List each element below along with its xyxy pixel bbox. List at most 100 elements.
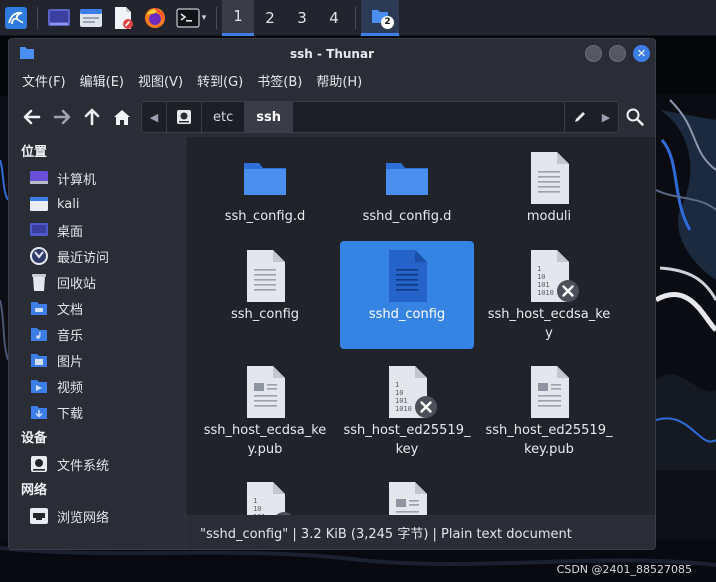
menu-edit[interactable]: 编辑(E) [73,69,131,97]
file-item-partial-binary[interactable]: 1 10 101 [198,473,332,515]
menu-help[interactable]: 帮助(H) [309,69,369,97]
sidebar-item-downloads[interactable]: 下载 [9,399,183,425]
file-item-sshd-config-d[interactable]: sshd_config.d [340,143,474,251]
sidebar-item-desktop[interactable]: 桌面 [9,217,183,243]
computer-icon [29,168,49,188]
path-scroll-right[interactable]: ▶ [594,102,618,132]
forward-button[interactable] [47,102,77,132]
file-item-sshd-config[interactable]: sshd_config [340,241,474,349]
file-name: ssh_host_ecdsa_ke y.pub [203,423,327,457]
workspace-1[interactable]: 1 [222,0,254,36]
svg-text:10: 10 [537,273,545,281]
file-manager-icon [80,8,102,27]
sidebar-item-label: 回收站 [57,276,97,292]
sidebar-item-home[interactable]: kali [9,191,183,217]
svg-text:1: 1 [395,381,399,389]
sidebar-item-label: kali [57,196,80,212]
location-pathbar: ◀ etc ssh ▶ [141,101,619,133]
menu-bookmarks[interactable]: 书签(B) [250,69,309,97]
path-segment-etc[interactable]: etc [201,102,244,132]
recent-icon [29,246,49,266]
menu-view[interactable]: 视图(V) [131,69,190,97]
arrow-up-icon [84,108,100,126]
svg-text:1: 1 [253,497,257,505]
search-button[interactable] [620,102,650,132]
path-segment-ssh[interactable]: ssh [244,102,292,132]
sidebar-item-label: 计算机 [57,172,97,188]
home-icon [114,109,130,125]
back-button[interactable] [17,102,47,132]
path-scroll-left[interactable]: ◀ [142,102,166,132]
file-item-ssh-config-d[interactable]: ssh_config.d [198,143,332,251]
file-name: ssh_config [230,307,300,322]
file-item-ssh-host-ecdsa-key-pub[interactable]: ssh_host_ecdsa_ke y.pub [198,357,332,465]
sidebar-item-documents[interactable]: 文档 [9,295,183,321]
workspace-4[interactable]: 4 [318,0,350,36]
minimize-button[interactable] [585,45,602,62]
text-editor-launcher[interactable] [107,0,139,36]
terminal-launcher[interactable]: ▾ [171,0,211,36]
music-icon [29,324,49,344]
up-button[interactable] [77,102,107,132]
file-item-partial-document[interactable] [340,473,474,515]
close-icon: ✕ [636,47,647,60]
file-item-ssh-host-ed25519-key[interactable]: 1 10 101 1010 ssh_host_ed25519_ key [340,357,474,465]
document-file-icon [531,366,569,418]
videos-icon [29,376,49,396]
sidebar-item-videos[interactable]: 视频 [9,373,183,399]
show-desktop-icon [48,8,70,26]
firefox-launcher[interactable] [139,0,171,36]
close-button[interactable]: ✕ [633,45,650,62]
arrow-right-icon [53,109,71,125]
sidebar-item-label: 音乐 [57,328,84,344]
sidebar-item-trash[interactable]: 回收站 [9,269,183,295]
workspace-2[interactable]: 2 [254,0,286,36]
sidebar-item-pictures[interactable]: 图片 [9,347,183,373]
file-name: moduli [526,209,572,224]
chevron-down-icon[interactable]: ▾ [202,13,207,23]
sidebar-item-computer[interactable]: 计算机 [9,165,183,191]
show-desktop-button[interactable] [43,0,75,36]
path-root-button[interactable] [166,102,201,132]
watermark-text: CSDN @2401_88527085 [556,563,692,576]
file-icon-view[interactable]: ssh_config.d sshd_config.d moduli ssh_co… [185,137,655,515]
menu-file[interactable]: 文件(F) [15,69,73,97]
menu-go[interactable]: 转到(G) [190,69,250,97]
window-titlebar[interactable]: ssh - Thunar ✕ [9,39,655,69]
file-item-ssh-host-ecdsa-key[interactable]: 1 10 101 1010 ssh_host_ecdsa_ke y [482,241,616,349]
documents-icon [29,298,49,318]
kali-menu-button[interactable] [0,0,32,36]
file-item-ssh-config[interactable]: ssh_config [198,241,332,349]
sidebar-item-label: 桌面 [57,224,84,240]
sidebar-item-network[interactable]: 浏览网络 [9,503,183,529]
svg-text:10: 10 [395,389,403,397]
panel-separator [37,6,38,29]
terminal-icon [176,7,200,28]
menu-bar: 文件(F) 编辑(E) 视图(V) 转到(G) 书签(B) 帮助(H) [9,69,655,97]
sidebar-item-recent[interactable]: 最近访问 [9,243,183,269]
sidebar-item-label: 视频 [57,380,84,396]
file-name: ssh_host_ed25519_ key [343,423,471,457]
search-icon [626,108,644,126]
file-item-ssh-host-ed25519-key-pub[interactable]: ssh_host_ed25519_ key.pub [482,357,616,465]
sidebar-item-label: 浏览网络 [57,510,110,526]
sidebar-item-label: 文件系统 [57,458,110,474]
sidebar-heading-devices: 设备 [21,431,48,446]
workspace-3[interactable]: 3 [286,0,318,36]
file-item-moduli[interactable]: moduli [482,143,616,251]
text-file-icon [247,250,285,302]
panel-separator [216,6,217,29]
maximize-button[interactable] [609,45,626,62]
svg-text:1010: 1010 [395,405,412,413]
path-empty-area[interactable] [291,102,564,132]
taskbar-thunar-group[interactable]: 2 [361,0,399,36]
no-access-icon [557,280,579,302]
sidebar-item-music[interactable]: 音乐 [9,321,183,347]
sidebar-item-filesystem[interactable]: 文件系统 [9,451,183,477]
firefox-icon [145,7,165,28]
edit-location-button[interactable] [564,102,594,132]
text-file-icon [389,250,427,302]
folder-icon [386,163,428,195]
home-button[interactable] [107,102,137,132]
file-manager-launcher[interactable] [75,0,107,36]
